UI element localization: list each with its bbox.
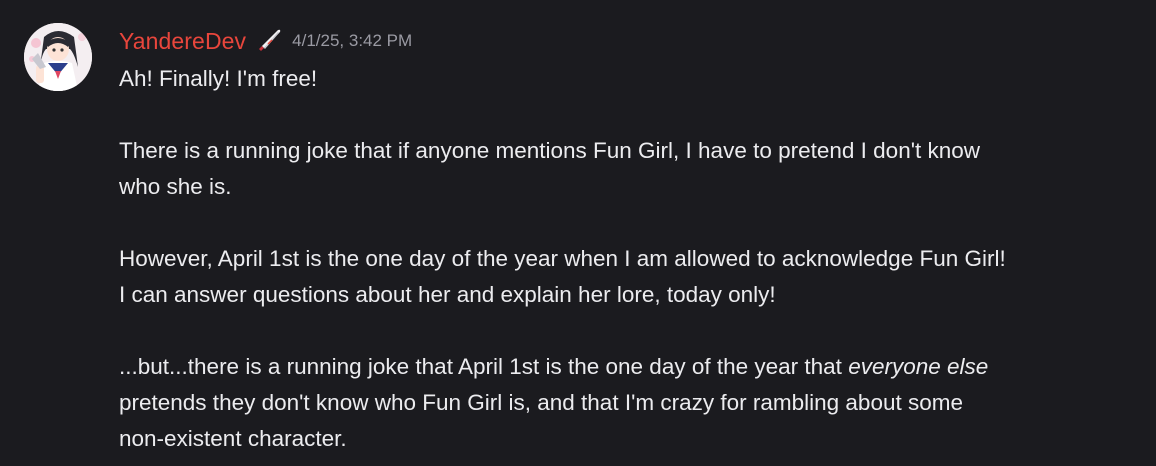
message-text: There is a running joke that if anyone m… [119, 138, 981, 163]
anime-girl-avatar-icon [24, 23, 92, 91]
message-text: I can answer questions about her and exp… [119, 282, 776, 307]
paragraph-break [119, 97, 1139, 133]
message-text: However, April 1st is the one day of the… [119, 246, 1006, 271]
message-paragraph: ...but...there is a running joke that Ap… [119, 349, 1139, 457]
paragraph-break [119, 313, 1139, 349]
message-text: non-existent character. [119, 426, 347, 451]
message-paragraph: There is a running joke that if anyone m… [119, 133, 1139, 205]
message-content: Ah! Finally! I'm free! There is a runnin… [119, 61, 1139, 457]
message-paragraph: Ah! Finally! I'm free! [119, 61, 1139, 97]
user-avatar[interactable] [24, 23, 92, 91]
knife-icon [259, 29, 281, 51]
message-text: pretends they don't know who Fun Girl is… [119, 390, 963, 415]
message-text: who she is. [119, 174, 232, 199]
paragraph-break [119, 205, 1139, 241]
message-text: Ah! Finally! I'm free! [119, 66, 318, 91]
emphasized-text: everyone else [848, 354, 989, 379]
message-header: YandereDev 4/1/25, 3:42 PM [119, 24, 412, 58]
chat-message: YandereDev 4/1/25, 3:42 PM Ah! Finally! … [0, 0, 1156, 466]
message-timestamp: 4/1/25, 3:42 PM [292, 31, 413, 50]
message-paragraph: However, April 1st is the one day of the… [119, 241, 1139, 313]
message-text: ...but...there is a running joke that Ap… [119, 354, 849, 379]
username[interactable]: YandereDev [119, 28, 246, 55]
